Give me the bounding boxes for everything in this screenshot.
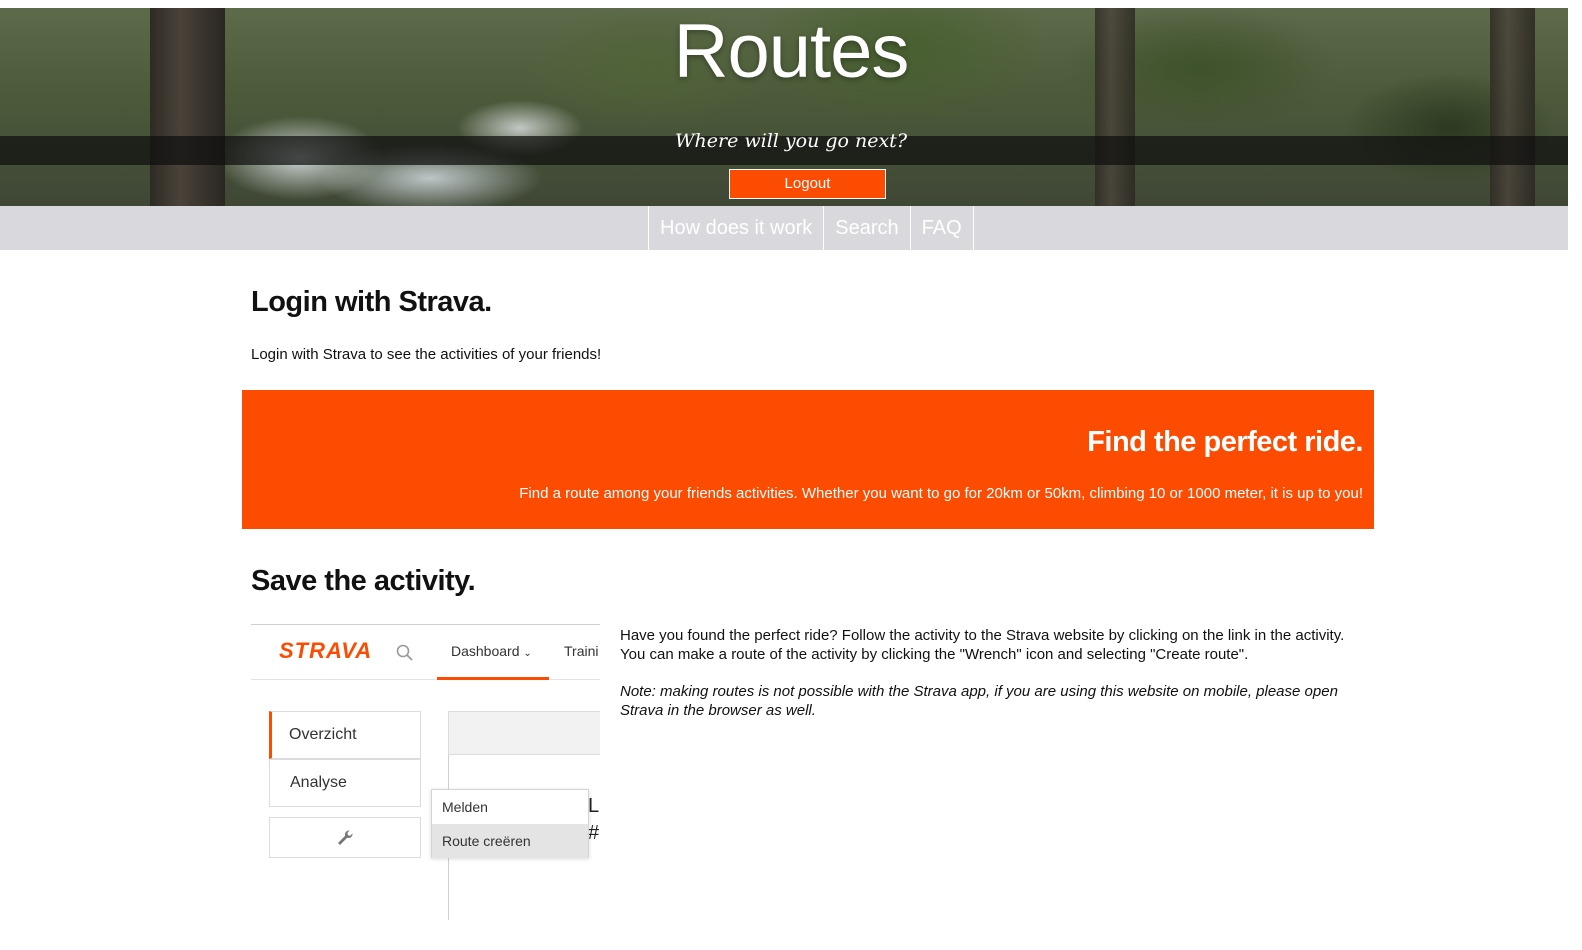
clipped-text: # <box>588 822 600 844</box>
nav-how-it-works[interactable]: How does it work <box>648 206 823 250</box>
login-heading: Login with Strava. <box>251 286 492 318</box>
strava-nav-training: Traini <box>564 643 599 659</box>
nav-search[interactable]: Search <box>823 206 909 250</box>
strava-panel <box>448 711 600 755</box>
chevron-down-icon: ⌄ <box>523 648 532 659</box>
strava-nav-dashboard: Dashboard ⌄ <box>451 643 532 659</box>
strava-logo: STRAVA <box>279 638 373 663</box>
promo-banner: Find the perfect ride. Find a route amon… <box>242 390 1374 529</box>
menu-item-route-creeren: Route creëren <box>432 824 588 858</box>
site-tagline: Where will you go next? <box>674 130 908 152</box>
save-heading: Save the activity. <box>251 565 476 597</box>
strava-header: STRAVA Dashboard ⌄ Traini <box>251 625 600 680</box>
menu-item-melden: Melden <box>442 799 488 815</box>
promo-text: Find a route among your friends activiti… <box>519 485 1363 502</box>
logout-button[interactable]: Logout <box>729 169 886 199</box>
strava-wrench-menu: Melden Route creëren <box>431 789 589 858</box>
strava-sidebar-analyse: Analyse <box>269 759 421 807</box>
nav-faq[interactable]: FAQ <box>909 206 974 250</box>
login-text: Login with Strava to see the activities … <box>251 346 602 363</box>
main-nav: How does it work Search FAQ <box>0 206 1568 250</box>
wrench-icon <box>338 830 353 845</box>
search-icon <box>396 644 413 661</box>
active-tab-indicator <box>437 677 549 680</box>
strava-wrench-button <box>269 817 421 858</box>
site-title: Routes <box>673 9 910 94</box>
strava-sidebar-overzicht: Overzicht <box>269 711 421 759</box>
save-note: Note: making routes is not possible with… <box>620 683 1338 719</box>
clipped-text: L <box>588 795 600 817</box>
save-description: Have you found the perfect ride? Follow … <box>620 627 1345 663</box>
strava-screenshot: STRAVA Dashboard ⌄ Traini Overzicht Anal… <box>251 624 600 920</box>
promo-heading: Find the perfect ride. <box>1087 426 1363 458</box>
